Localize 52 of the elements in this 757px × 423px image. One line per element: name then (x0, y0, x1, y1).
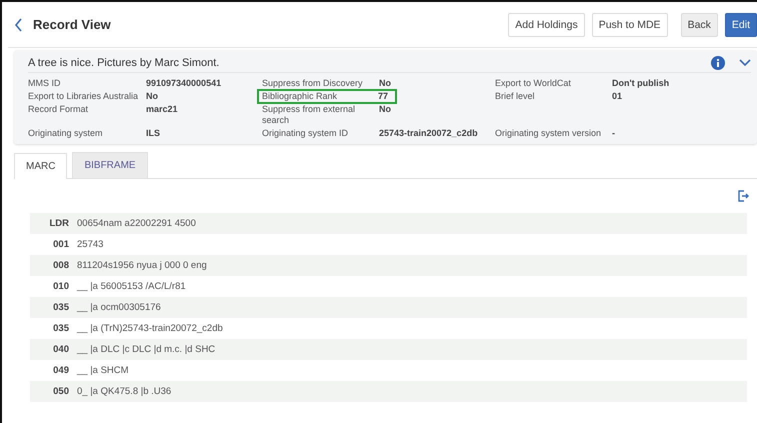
marc-tag: LDR (30, 218, 69, 229)
field-value: 77 (378, 91, 390, 102)
header-button[interactable]: Add Holdings (508, 12, 585, 36)
marc-tag: 010 (30, 281, 69, 292)
field-value: 01 (612, 91, 624, 102)
field-value: No (379, 78, 392, 89)
field-value: No (146, 91, 159, 102)
field-value: ILS (146, 128, 162, 139)
marc-tag: 008 (30, 260, 69, 271)
field-value: No (379, 104, 392, 115)
header-button[interactable]: Edit (724, 12, 757, 36)
marc-value: 25743 (77, 239, 104, 250)
back-icon[interactable] (14, 18, 23, 32)
marc-value: __ |a SHCM (77, 365, 129, 376)
marc-value: 00654nam a22002291 4500 (77, 218, 196, 229)
field-label: Originating system (28, 128, 104, 139)
marc-value: __ |a DLC |c DLC |d m.c. |d SHC (77, 344, 216, 355)
marc-tag: 050 (30, 386, 69, 397)
field-value: marc21 (146, 104, 179, 115)
page-title: Record View (33, 17, 112, 32)
marc-value: __ |a (TrN)25743-train20072_c2db (77, 323, 223, 334)
marc-tag: 040 (30, 344, 69, 355)
marc-tag: 049 (30, 365, 69, 376)
marc-value: __ |a ocm00305176 (77, 302, 161, 313)
marc-value: 811204s1956 nyua j 000 0 eng (77, 260, 207, 271)
field-label: MMS ID (28, 78, 62, 89)
marc-value: 0_ |a QK475.8 |b .U36 (77, 386, 172, 397)
marc-value: __ |a 56005153 /AC/L/r81 (77, 281, 186, 292)
field-label: Record Format (28, 104, 90, 115)
field-value: Don't publish (612, 78, 670, 89)
field-label: Suppress from Discovery (262, 78, 364, 89)
field-label: Originating system ID (262, 128, 350, 139)
header-button[interactable]: Push to MDE (592, 12, 668, 36)
field-label: Export to WorldCat (495, 78, 572, 89)
field-value: 991097340000541 (146, 78, 222, 89)
field-label: Export to Libraries Australia (28, 91, 140, 102)
info-icon[interactable] (711, 56, 725, 70)
chevron-icon[interactable] (739, 58, 751, 66)
header-button[interactable]: Back (680, 12, 718, 36)
marc-tag: 001 (30, 239, 69, 250)
record-title: A tree is nice. Pictures by Marc Simont. (28, 56, 220, 68)
tab[interactable]: BIBFRAME (72, 152, 148, 178)
export-icon[interactable] (737, 190, 749, 202)
field-label: Bibliographic Rank (262, 91, 338, 102)
marc-tag: 035 (30, 302, 69, 313)
marc-tag: 035 (30, 323, 69, 334)
field-label: Originating system version (495, 128, 602, 139)
field-label: Brief level (495, 91, 536, 102)
field-label: Suppress from external search (262, 104, 356, 126)
tab[interactable]: MARC (14, 153, 68, 179)
field-value: 25743-train20072_c2db (379, 128, 479, 139)
field-value: - (612, 128, 616, 139)
